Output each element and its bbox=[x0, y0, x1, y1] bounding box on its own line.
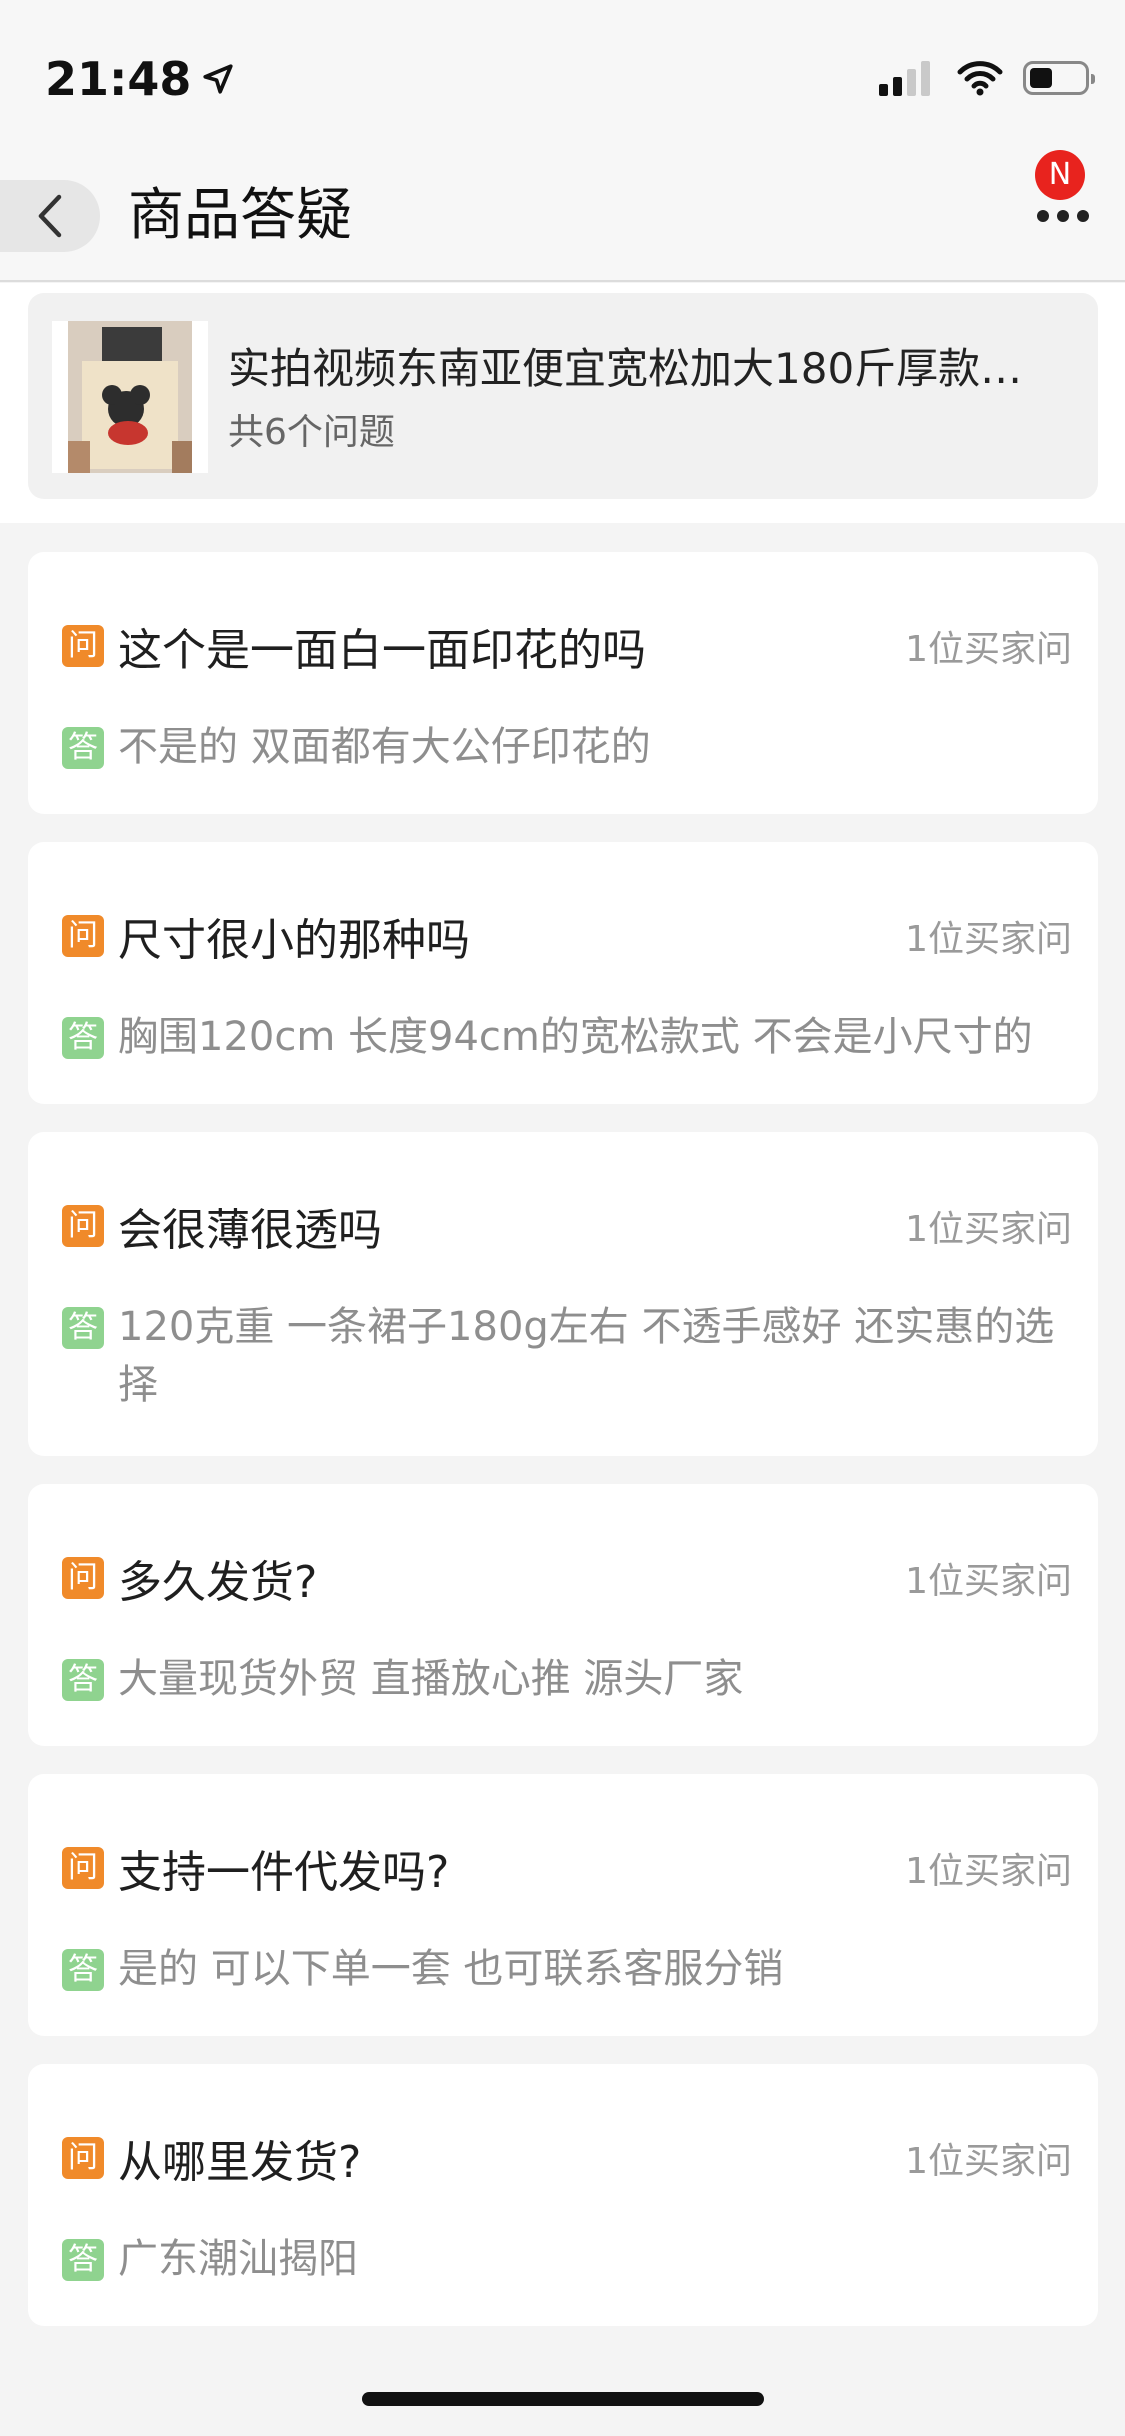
answer-text: 不是的 双面都有大公仔印花的 bbox=[118, 724, 651, 770]
asker-count: 1位买家问 bbox=[905, 919, 1072, 960]
asker-count: 1位买家问 bbox=[905, 2141, 1072, 2182]
question-row: 问 会很薄很透吗 1位买家问 bbox=[62, 1200, 1072, 1256]
question-badge: 问 bbox=[62, 1205, 104, 1247]
product-image-icon bbox=[52, 321, 208, 473]
answer-badge: 答 bbox=[62, 727, 104, 769]
question-row: 问 从哪里发货? 1位买家问 bbox=[62, 2132, 1072, 2188]
question-text: 这个是一面白一面印花的吗 bbox=[118, 625, 646, 676]
answer-row: 答 是的 可以下单一套 也可联系客服分销 bbox=[62, 1946, 1058, 1998]
answer-row: 答 广东潮汕揭阳 bbox=[62, 2236, 1058, 2288]
product-card[interactable]: 实拍视频东南亚便宜宽松加大180斤厚款… 共6个问题 bbox=[28, 293, 1098, 499]
answer-badge: 答 bbox=[62, 1659, 104, 1701]
answer-text: 胸围120cm 长度94cm的宽松款式 不会是小尺寸的 bbox=[118, 1014, 1033, 1060]
cellular-signal-icon bbox=[879, 60, 935, 96]
battery-icon bbox=[1023, 61, 1095, 95]
status-time-text: 21:48 bbox=[45, 52, 192, 106]
asker-count: 1位买家问 bbox=[905, 629, 1072, 670]
question-row: 问 这个是一面白一面印花的吗 1位买家问 bbox=[62, 620, 1072, 676]
answer-badge: 答 bbox=[62, 2239, 104, 2281]
question-row: 问 多久发货? 1位买家问 bbox=[62, 1552, 1072, 1608]
wifi-icon bbox=[957, 61, 1003, 96]
qa-page: 21:48 商品答疑 N 实拍视频东南亚便宜宽松加大180斤厚款… 共6个问题 … bbox=[0, 0, 1125, 2436]
asker-count: 1位买家问 bbox=[905, 1561, 1072, 1602]
more-menu-button[interactable]: N bbox=[1013, 150, 1101, 282]
asker-count: 1位买家问 bbox=[905, 1209, 1072, 1250]
question-text: 支持一件代发吗? bbox=[118, 1847, 450, 1898]
location-arrow-icon bbox=[203, 64, 234, 94]
answer-text: 广东潮汕揭阳 bbox=[118, 2236, 358, 2282]
question-text: 会很薄很透吗 bbox=[118, 1205, 382, 1256]
question-badge: 问 bbox=[62, 1847, 104, 1889]
question-text: 多久发货? bbox=[118, 1557, 318, 1608]
notification-badge: N bbox=[1035, 150, 1085, 200]
asker-count: 1位买家问 bbox=[905, 1851, 1072, 1892]
answer-badge: 答 bbox=[62, 1949, 104, 1991]
question-row: 问 支持一件代发吗? 1位买家问 bbox=[62, 1842, 1072, 1898]
more-dots-icon bbox=[1029, 210, 1089, 222]
chevron-left-icon bbox=[38, 194, 62, 238]
question-text: 从哪里发货? bbox=[118, 2137, 362, 2188]
navigation-bar: 商品答疑 N bbox=[0, 150, 1125, 282]
question-text: 尺寸很小的那种吗 bbox=[118, 915, 470, 966]
question-count: 共6个问题 bbox=[228, 412, 395, 453]
answer-text: 120克重 一条裙子180g左右 不透手感好 还实惠的选择 bbox=[118, 1304, 1055, 1408]
product-thumbnail[interactable] bbox=[52, 321, 208, 473]
question-badge: 问 bbox=[62, 625, 104, 667]
answer-row: 答 大量现货外贸 直播放心推 源头厂家 bbox=[62, 1656, 1058, 1708]
status-time: 21:48 bbox=[45, 52, 235, 106]
answer-row: 答 胸围120cm 长度94cm的宽松款式 不会是小尺寸的 bbox=[62, 1014, 1058, 1066]
product-name: 实拍视频东南亚便宜宽松加大180斤厚款… bbox=[228, 344, 1023, 393]
home-indicator[interactable] bbox=[362, 2392, 764, 2406]
qa-card[interactable]: 问 从哪里发货? 1位买家问 答 广东潮汕揭阳 bbox=[28, 2064, 1098, 2326]
qa-card[interactable]: 问 尺寸很小的那种吗 1位买家问 答 胸围120cm 长度94cm的宽松款式 不… bbox=[28, 842, 1098, 1104]
answer-text: 大量现货外贸 直播放心推 源头厂家 bbox=[118, 1656, 744, 1702]
qa-card[interactable]: 问 多久发货? 1位买家问 答 大量现货外贸 直播放心推 源头厂家 bbox=[28, 1484, 1098, 1746]
product-section: 实拍视频东南亚便宜宽松加大180斤厚款… 共6个问题 bbox=[0, 283, 1125, 523]
answer-row: 答 120克重 一条裙子180g左右 不透手感好 还实惠的选择 bbox=[62, 1304, 1058, 1414]
answer-text: 是的 可以下单一套 也可联系客服分销 bbox=[118, 1946, 784, 1992]
status-indicators bbox=[879, 60, 1095, 96]
back-button[interactable] bbox=[0, 180, 100, 252]
question-badge: 问 bbox=[62, 915, 104, 957]
answer-badge: 答 bbox=[62, 1017, 104, 1059]
answer-badge: 答 bbox=[62, 1307, 104, 1349]
question-row: 问 尺寸很小的那种吗 1位买家问 bbox=[62, 910, 1072, 966]
qa-card[interactable]: 问 支持一件代发吗? 1位买家问 答 是的 可以下单一套 也可联系客服分销 bbox=[28, 1774, 1098, 2036]
answer-row: 答 不是的 双面都有大公仔印花的 bbox=[62, 724, 1058, 776]
status-bar: 21:48 bbox=[0, 0, 1125, 150]
page-title: 商品答疑 bbox=[128, 183, 352, 248]
qa-card[interactable]: 问 这个是一面白一面印花的吗 1位买家问 答 不是的 双面都有大公仔印花的 bbox=[28, 552, 1098, 814]
question-badge: 问 bbox=[62, 2137, 104, 2179]
question-badge: 问 bbox=[62, 1557, 104, 1599]
qa-list: 问 这个是一面白一面印花的吗 1位买家问 答 不是的 双面都有大公仔印花的 问 … bbox=[28, 552, 1098, 2354]
qa-card[interactable]: 问 会很薄很透吗 1位买家问 答 120克重 一条裙子180g左右 不透手感好 … bbox=[28, 1132, 1098, 1456]
